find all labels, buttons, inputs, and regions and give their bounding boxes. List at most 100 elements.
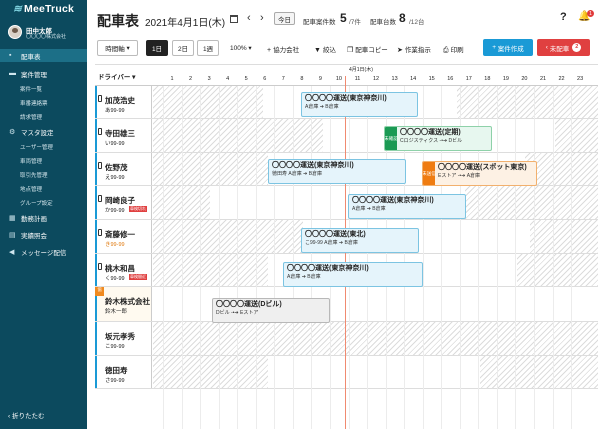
hour-label: 12 bbox=[372, 76, 380, 82]
driver-cell[interactable]: 協鈴木株式会社 鈴木一郎 bbox=[95, 287, 152, 321]
unavailable-hatch bbox=[153, 254, 268, 286]
logo-text: MeeTruck bbox=[24, 3, 75, 15]
sidebar-item-label: 案件管理 bbox=[21, 71, 47, 79]
sidebar: ≋ MeeTruck 田中太郎 〇〇〇〇株式会社 ▪ 配車表 ▬ 案件管理 案件一覧 … bbox=[0, 0, 87, 429]
job-card[interactable]: 〇〇〇〇運送(東京神奈川) A倉庫 ➔ B倉庫 bbox=[348, 194, 466, 219]
job-title: 〇〇〇〇運送(東北) bbox=[305, 231, 366, 238]
driver-row[interactable]: 徳田寿 さ99-99 bbox=[95, 356, 598, 389]
copy-dispatch-button[interactable]: ❐ 配車コピー bbox=[347, 44, 388, 54]
hour-label: 6 bbox=[263, 76, 267, 82]
prev-day-button[interactable]: ‹ bbox=[247, 12, 251, 24]
driver-cell[interactable]: 桃木和昌 く99-99 車検間近 bbox=[95, 254, 152, 286]
sidebar-item-results[interactable]: ▤ 実績照会 bbox=[0, 228, 87, 241]
driver-row[interactable]: 協鈴木株式会社 鈴木一郎 bbox=[95, 287, 598, 322]
sidebar-item-work-plan[interactable]: ▦ 勤務計画 bbox=[0, 211, 87, 224]
next-day-button[interactable]: › bbox=[260, 12, 264, 24]
driver-row[interactable]: 岡崎良子 か99-99 車検切れ bbox=[95, 186, 598, 220]
job-title: 〇〇〇〇運送(東京神奈川) bbox=[352, 197, 434, 204]
unavailable-hatch bbox=[153, 153, 268, 185]
driver-cell[interactable]: 斎藤修一 き99-99 bbox=[95, 220, 152, 253]
work-instruction-button[interactable]: ➤ 作業指示 bbox=[397, 44, 431, 54]
driver-name: 寺田雄三 bbox=[105, 129, 135, 138]
cases-total: /7件 bbox=[349, 19, 361, 26]
inspection-badge: 車検間近 bbox=[129, 274, 147, 280]
job-card[interactable]: 未送信 〇〇〇〇運送(スポット東京) Eストア -•➔ A倉庫 bbox=[422, 161, 537, 186]
job-title: 〇〇〇〇運送(Dビル) bbox=[216, 301, 282, 308]
job-title: 〇〇〇〇運送(東京神奈川) bbox=[305, 95, 387, 102]
sidebar-sub-billing[interactable]: 請求管理 bbox=[20, 113, 42, 121]
unassigned-button[interactable]: ‹ 未配車 2 bbox=[537, 39, 590, 56]
hour-label: 19 bbox=[502, 76, 509, 82]
range-week-button[interactable]: 1週 bbox=[197, 40, 219, 56]
phone-icon bbox=[98, 263, 102, 270]
sidebar-item-cases[interactable]: ▬ 案件管理 bbox=[0, 67, 87, 80]
range-2day-button[interactable]: 2日 bbox=[172, 40, 194, 56]
row-indicator bbox=[95, 153, 97, 185]
hour-gridline bbox=[274, 86, 276, 429]
unavailable-hatch bbox=[153, 86, 263, 118]
driver-cell[interactable]: 岡崎良子 か99-99 車検切れ bbox=[95, 186, 152, 219]
gear-icon: ⚙ bbox=[9, 128, 16, 136]
hour-gridline bbox=[329, 86, 331, 429]
driver-cell[interactable]: 坂元孝秀 こ99-99 bbox=[95, 322, 152, 355]
calendar-icon[interactable] bbox=[230, 15, 238, 23]
chevron-left-icon: ‹ bbox=[8, 413, 11, 420]
phone-icon bbox=[98, 229, 102, 236]
sidebar-item-label: 実績照会 bbox=[21, 232, 47, 240]
hour-label: 1 bbox=[170, 76, 174, 82]
today-button[interactable]: 今日 bbox=[274, 12, 295, 25]
chevron-down-icon: ▾ bbox=[246, 45, 252, 52]
driver-cell[interactable]: 佐野茂 え99-99 bbox=[95, 153, 152, 185]
driver-cell[interactable]: 加茂浩史 あ99-99 bbox=[95, 86, 152, 118]
chart-icon: ▤ bbox=[9, 231, 16, 239]
user-profile[interactable]: 田中太郎 〇〇〇〇株式会社 bbox=[0, 23, 87, 45]
hour-gridline bbox=[367, 86, 369, 429]
collapse-sidebar-button[interactable]: ‹ 折りたたむ bbox=[8, 410, 44, 420]
driver-row[interactable]: 寺田雄三 い99-99 bbox=[95, 119, 598, 153]
print-icon: ⎙ bbox=[443, 47, 449, 54]
job-card[interactable]: 〇〇〇〇運送(東京神奈川) A倉庫 ➔ B倉庫 bbox=[301, 92, 418, 117]
interval-select[interactable]: 時間軸 ▾ bbox=[97, 40, 138, 56]
range-1day-button[interactable]: 1日 bbox=[146, 40, 168, 56]
sidebar-item-messages[interactable]: ◀ メッセージ配信 bbox=[0, 245, 87, 258]
sidebar-sub-case-list[interactable]: 案件一覧 bbox=[20, 85, 42, 93]
vehicles-done: 8 bbox=[399, 11, 406, 25]
sidebar-sub-vehicles[interactable]: 車両管理 bbox=[20, 157, 42, 165]
job-card[interactable]: 未確認 〇〇〇〇運送(定期) Cロジスティクス -•➔ Dビル bbox=[384, 126, 492, 151]
vehicle-plate: か99-99 bbox=[105, 208, 125, 214]
driver-header[interactable]: ドライバー ▾ bbox=[98, 71, 135, 81]
sidebar-sub-clients[interactable]: 取引先管理 bbox=[20, 171, 48, 179]
filter-button[interactable]: ▼ 絞込 bbox=[314, 44, 336, 54]
sidebar-sub-locations[interactable]: 地点管理 bbox=[20, 185, 42, 193]
driver-cell[interactable]: 徳田寿 さ99-99 bbox=[95, 356, 152, 388]
sidebar-item-master[interactable]: ⚙ マスタ設定 bbox=[0, 125, 87, 138]
hour-gridline bbox=[237, 86, 239, 429]
create-case-button[interactable]: + 案件作成 bbox=[483, 39, 533, 56]
hour-label: 8 bbox=[300, 76, 304, 82]
driver-cell[interactable]: 寺田雄三 い99-99 bbox=[95, 119, 152, 152]
sidebar-sub-groups[interactable]: グループ設定 bbox=[20, 199, 53, 207]
job-card[interactable]: 〇〇〇〇運送(東京神奈川) A倉庫 ➔ B倉庫 bbox=[283, 262, 423, 287]
collapse-label: 折りたたむ bbox=[11, 413, 45, 420]
help-icon[interactable]: ? bbox=[560, 11, 567, 23]
sidebar-sub-vehicle-notice[interactable]: 車番連絡票 bbox=[20, 99, 48, 107]
print-button[interactable]: ⎙ 印刷 bbox=[443, 44, 464, 55]
hour-gridline bbox=[552, 86, 554, 429]
job-card[interactable]: 〇〇〇〇運送(東北) こ99-99 A倉庫 ➔ B倉庫 bbox=[301, 228, 419, 253]
hour-gridline bbox=[571, 86, 573, 429]
megaphone-icon: ◀ bbox=[9, 248, 15, 256]
vehicle-plate: さ99-99 bbox=[105, 378, 125, 384]
hour-label: 18 bbox=[484, 76, 491, 82]
cart-icon: ▬ bbox=[9, 70, 16, 77]
day-label: 4月1日(木) bbox=[349, 66, 373, 73]
zoom-select[interactable]: 100% ▾ bbox=[230, 44, 252, 52]
sidebar-sub-users[interactable]: ユーザー管理 bbox=[20, 143, 53, 151]
sidebar-item-dispatch[interactable]: ▪ 配車表 bbox=[0, 49, 87, 62]
vehicle-plate: え99-99 bbox=[105, 175, 125, 181]
avatar bbox=[8, 25, 22, 39]
driver-row[interactable]: 坂元孝秀 こ99-99 bbox=[95, 322, 598, 356]
job-card[interactable]: 〇〇〇〇運送(東京神奈川) 徳田寿 A倉庫 ➔ B倉庫 bbox=[268, 159, 406, 184]
job-card[interactable]: 〇〇〇〇運送(Dビル) Dビル -•➔ Eストア bbox=[212, 298, 330, 323]
partner-button[interactable]: + 協力会社 bbox=[267, 44, 299, 54]
job-title: 〇〇〇〇運送(定期) bbox=[400, 129, 461, 136]
